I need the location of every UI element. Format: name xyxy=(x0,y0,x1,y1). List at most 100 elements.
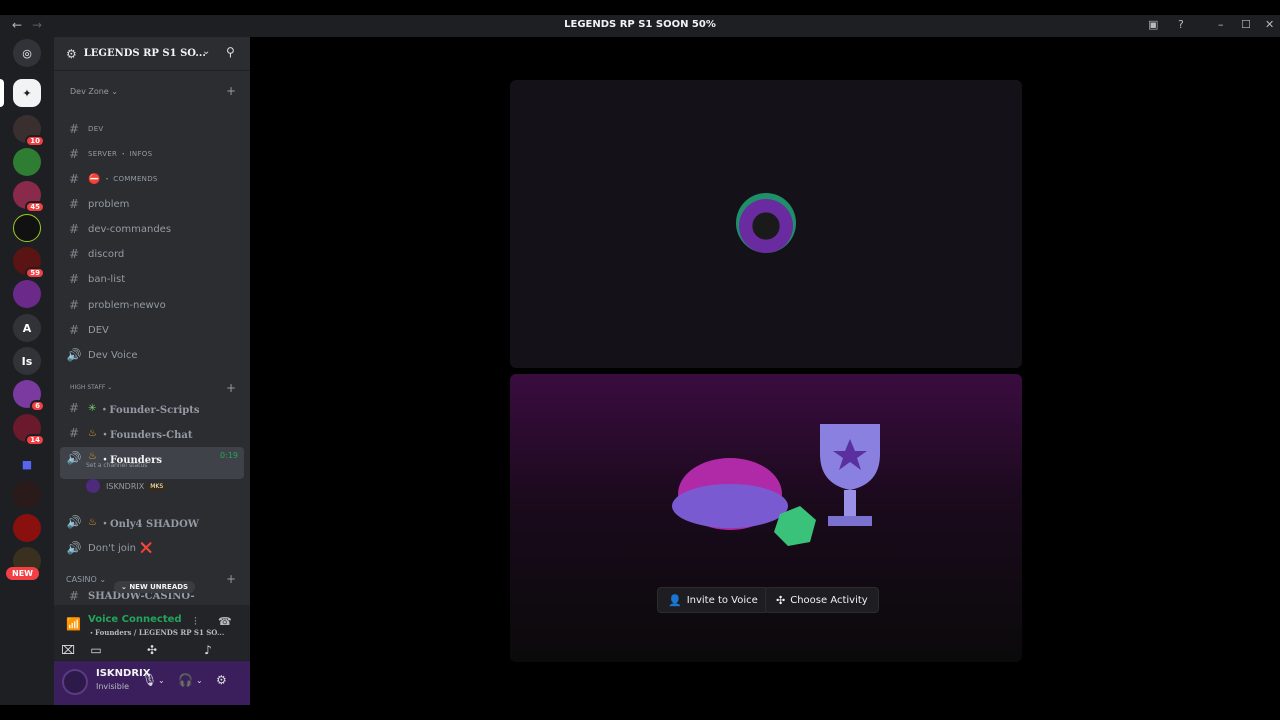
server-icon-is[interactable]: Is xyxy=(13,347,41,375)
server-icon[interactable] xyxy=(13,481,41,509)
close-icon[interactable]: ✕ xyxy=(1265,18,1274,31)
noise-suppression-icon[interactable]: ⫶ xyxy=(194,615,197,629)
server-icon-active[interactable]: ✦ xyxy=(0,79,41,107)
inbox-icon[interactable]: ▣ xyxy=(1148,18,1158,31)
chevron-down-icon: ⌄ xyxy=(202,46,211,57)
create-channel-icon[interactable]: + xyxy=(226,381,236,395)
channel-label: DEV xyxy=(88,324,109,336)
channel-dev[interactable]: # DEV xyxy=(60,319,244,341)
category-dev-zone[interactable]: Dev Zone ⌄ xyxy=(70,87,118,96)
category-casino[interactable]: CASINO ⌄ xyxy=(66,575,106,584)
speaker-icon: 🔊 xyxy=(66,348,82,362)
voice-status[interactable]: Voice Connected xyxy=(88,614,182,625)
new-badge[interactable]: NEW xyxy=(6,567,39,580)
channel-only4-shadow[interactable]: 🔊 ♨ ・Only4 SHADOW xyxy=(60,511,244,533)
server-icon[interactable]: 10 xyxy=(13,115,45,147)
category-label: Dev Zone xyxy=(70,87,109,96)
invite-label: Invite to Voice xyxy=(686,594,758,606)
trophy-base xyxy=(828,516,872,526)
title-bar: ← → LEGENDS RP S1 SOON 50% ▣ ? – ☐ ✕ xyxy=(0,15,1280,37)
cross-emoji: ❌ xyxy=(140,542,153,554)
avatar xyxy=(86,479,100,493)
window-title: LEGENDS RP S1 SOON 50% xyxy=(564,19,716,30)
signal-icon[interactable]: 📶 xyxy=(66,617,81,631)
channel-ban-list[interactable]: # ban-list xyxy=(60,268,244,290)
voice-participant[interactable]: ISKNDRIX MKS xyxy=(86,479,166,493)
server-settings-icon: ⚙ xyxy=(66,46,77,61)
set-channel-status[interactable]: Set a channel status xyxy=(86,462,147,469)
hash-icon: # xyxy=(68,222,80,236)
disconnect-icon[interactable]: ☎ xyxy=(218,615,232,628)
chevron-down-icon[interactable]: ⌄ xyxy=(158,676,165,685)
folder-icon[interactable]: ■ xyxy=(13,450,41,478)
hash-icon: # xyxy=(68,589,80,603)
channel-founders-voice[interactable]: 🔊 ♨ ・Founders 0:19 Set a channel status xyxy=(60,447,244,479)
microphone-icon[interactable]: 🎙 xyxy=(142,673,157,687)
server-icon[interactable] xyxy=(13,148,41,176)
channel-label: problem-newvo xyxy=(88,299,166,311)
server-icon[interactable] xyxy=(13,214,41,242)
hash-icon: # xyxy=(68,197,80,211)
server-icon[interactable]: 45 xyxy=(13,181,45,213)
create-channel-icon[interactable]: + xyxy=(226,572,236,586)
no-entry-emoji: ⛔ xyxy=(88,173,101,185)
activity-label: Choose Activity xyxy=(790,594,868,606)
channel-discord[interactable]: # discord xyxy=(60,243,244,265)
activities-icon: ✣ xyxy=(776,593,786,607)
choose-activity-button[interactable]: ✣ Choose Activity xyxy=(765,587,879,613)
crest-emoji: ♨ xyxy=(88,427,97,439)
server-icon[interactable] xyxy=(13,514,41,542)
mention-badge: 6 xyxy=(30,400,45,412)
user-status: Invisible xyxy=(96,682,129,691)
discord-home-icon[interactable]: ◎ xyxy=(13,39,41,67)
voice-channel-path[interactable]: ・Founders / LEGENDS RP S1 SO... xyxy=(88,628,224,638)
server-icon-a[interactable]: A xyxy=(13,314,41,342)
channel-server-infos[interactable]: # SERVER ・ INFOS xyxy=(60,143,244,165)
server-icon[interactable]: 59 xyxy=(13,247,45,279)
maximize-icon[interactable]: ☐ xyxy=(1241,18,1251,31)
headphones-icon[interactable]: 🎧 xyxy=(178,673,193,687)
participant-name: ISKNDRIX xyxy=(106,481,145,491)
chevron-down-icon[interactable]: ⌄ xyxy=(196,676,203,685)
hash-icon: # xyxy=(68,172,80,186)
new-unreads-pill[interactable]: ⌄ NEW UNREADS xyxy=(114,581,196,593)
hash-icon: # xyxy=(68,147,80,161)
user-avatar[interactable] xyxy=(62,669,88,695)
voice-connection-panel: 📶 Voice Connected ・Founders / LEGENDS RP… xyxy=(54,605,250,661)
channel-label: discord xyxy=(88,248,125,260)
server-icon[interactable]: 14 xyxy=(13,414,45,446)
channel-label: dev-commandes xyxy=(88,223,172,235)
mention-badge: 59 xyxy=(25,267,45,279)
channel-problem[interactable]: # problem xyxy=(60,193,244,215)
channel-commends[interactable]: # ⛔ ・ COMMENDS xyxy=(60,168,244,190)
minimize-icon[interactable]: – xyxy=(1218,18,1224,31)
activities-icon[interactable]: ✣ xyxy=(132,643,172,657)
server-icon[interactable] xyxy=(13,280,41,308)
hash-icon: # xyxy=(68,401,80,415)
channel-dont-join[interactable]: 🔊 Don't join ❌ xyxy=(60,537,244,559)
channel-founders-chat[interactable]: # ♨ ・Founders-Chat xyxy=(60,422,244,444)
invite-to-voice-button[interactable]: 👤 Invite to Voice xyxy=(657,587,769,613)
role-tag: MKS xyxy=(148,482,166,490)
channel-dev-commandes[interactable]: # dev-commandes xyxy=(60,218,244,240)
hash-icon: # xyxy=(68,272,80,286)
channel-founder-scripts[interactable]: # ✳ ・Founder-Scripts xyxy=(60,397,244,419)
trophy-illustration xyxy=(672,424,880,546)
channel-label: ・Founders-Chat xyxy=(99,429,193,441)
sparkle-emoji: ✳ xyxy=(88,402,97,414)
soundboard-icon[interactable]: ♪ xyxy=(188,643,228,657)
channel-problem-newvo[interactable]: # problem-newvo xyxy=(60,294,244,316)
participant-tile[interactable] xyxy=(510,80,1022,368)
invite-people-icon[interactable]: ⚲ xyxy=(226,45,235,59)
category-high-staff[interactable]: HIGH STAFF ⌄ xyxy=(70,384,112,391)
settings-gear-icon[interactable]: ⚙ xyxy=(216,673,227,687)
crest-emoji: ♨ xyxy=(88,451,97,462)
help-icon[interactable]: ? xyxy=(1178,18,1184,31)
channel-dev-small[interactable]: # DEV xyxy=(60,118,244,140)
channel-dev-voice[interactable]: 🔊 Dev Voice xyxy=(60,344,244,366)
server-icon[interactable]: 6 xyxy=(13,380,45,412)
screen-share-icon[interactable]: ▭ xyxy=(76,643,116,657)
server-header[interactable]: ⚙ LEGENDS RP S1 SO... ⌄ ⚲ xyxy=(54,37,250,71)
activity-tile: 👤 Invite to Voice ✣ Choose Activity xyxy=(510,374,1022,662)
create-channel-icon[interactable]: + xyxy=(226,84,236,98)
